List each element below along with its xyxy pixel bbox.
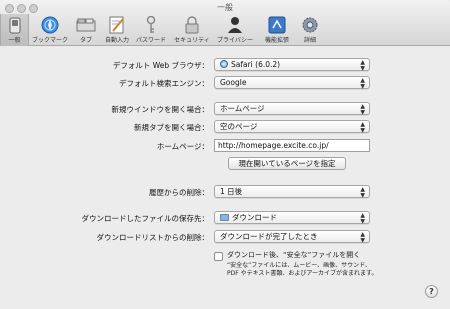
key-icon: [141, 16, 161, 34]
tab-security[interactable]: セキュリティ: [171, 14, 213, 46]
homepage-input[interactable]: http://homepage.excite.co.jp/: [214, 139, 370, 152]
pencil-pad-icon: [107, 16, 127, 34]
history-remove-popup[interactable]: 1 日後 ▲ ▼: [214, 185, 370, 198]
popup-arrows-icon: ▲ ▼: [360, 212, 365, 225]
popup-arrows-icon: ▲ ▼: [360, 121, 365, 134]
general-switch-icon: [5, 16, 25, 34]
tab-autofill[interactable]: 自動入力: [102, 14, 132, 46]
tab-passwords[interactable]: パスワード: [133, 14, 169, 46]
tab-tabs[interactable]: タブ: [71, 14, 101, 46]
tab-privacy[interactable]: プライバシー: [215, 14, 255, 46]
globe-icon: [40, 16, 60, 34]
folder-icon: [220, 214, 229, 221]
default-search-popup[interactable]: Google ▲ ▼: [214, 76, 370, 89]
safe-files-note-line2: PDF やテキスト書類、およびアーカイブが含まれます。: [227, 270, 378, 277]
new-tab-popup[interactable]: 空のページ ▲ ▼: [214, 120, 370, 133]
download-location-popup[interactable]: ダウンロード ▲ ▼: [214, 211, 370, 224]
new-window-popup[interactable]: ホームページ ▲ ▼: [214, 102, 370, 115]
default-browser-popup[interactable]: Safari (6.0.2) ▲ ▼: [214, 58, 370, 71]
popup-arrows-icon: ▲ ▼: [360, 59, 365, 72]
tab-advanced[interactable]: 詳細: [295, 14, 325, 46]
popup-arrows-icon: ▲ ▼: [360, 186, 365, 199]
tab-extensions[interactable]: 機能拡張: [260, 14, 294, 46]
download-list-remove-label: ダウンロードリストからの削除：: [96, 233, 210, 242]
help-button[interactable]: ?: [425, 285, 438, 298]
new-tab-label: 新規タブを開く場合：: [134, 123, 209, 132]
homepage-label: ホームページ：: [156, 142, 209, 151]
default-browser-label: デフォルト Web ブラウザ：: [112, 61, 209, 70]
popup-arrows-icon: ▲ ▼: [360, 77, 365, 90]
open-safe-files-label[interactable]: ダウンロード後、“安全な”ファイルを開く: [227, 251, 360, 259]
window-title: 一般: [217, 3, 233, 12]
download-location-label: ダウンロードしたファイルの保存先：: [81, 214, 210, 223]
default-search-label: デフォルト検索エンジン：: [119, 79, 209, 88]
download-list-remove-popup[interactable]: ダウンロードが完了したとき ▲ ▼: [214, 230, 370, 243]
tabs-icon: [76, 16, 96, 34]
history-remove-label: 履歴からの削除：: [149, 188, 209, 197]
person-icon: [225, 16, 245, 34]
lock-icon: [182, 16, 202, 34]
open-safe-files-checkbox[interactable]: [214, 252, 223, 261]
safari-compass-icon: [220, 60, 228, 68]
tab-bookmarks[interactable]: ブックマーク: [31, 14, 69, 46]
popup-arrows-icon: ▲ ▼: [360, 103, 365, 116]
preferences-window: 一般 一般 ブックマーク タブ 自動入力 パスワード セキュリティ プライバシー…: [0, 0, 450, 309]
safe-files-note-line1: “安全な”ファイルには、ムービー、画像、サウンド、: [227, 262, 371, 269]
popup-arrows-icon: ▲ ▼: [360, 231, 365, 244]
set-to-current-page-button[interactable]: 現在開いているページを指定: [228, 157, 346, 170]
puzzle-icon: [267, 16, 287, 34]
gear-icon: [300, 16, 320, 34]
toolbar: 一般 一般 ブックマーク タブ 自動入力 パスワード セキュリティ プライバシー…: [0, 0, 450, 46]
tab-general[interactable]: 一般: [0, 14, 29, 46]
new-window-label: 新規ウインドウを開く場合：: [111, 105, 210, 114]
